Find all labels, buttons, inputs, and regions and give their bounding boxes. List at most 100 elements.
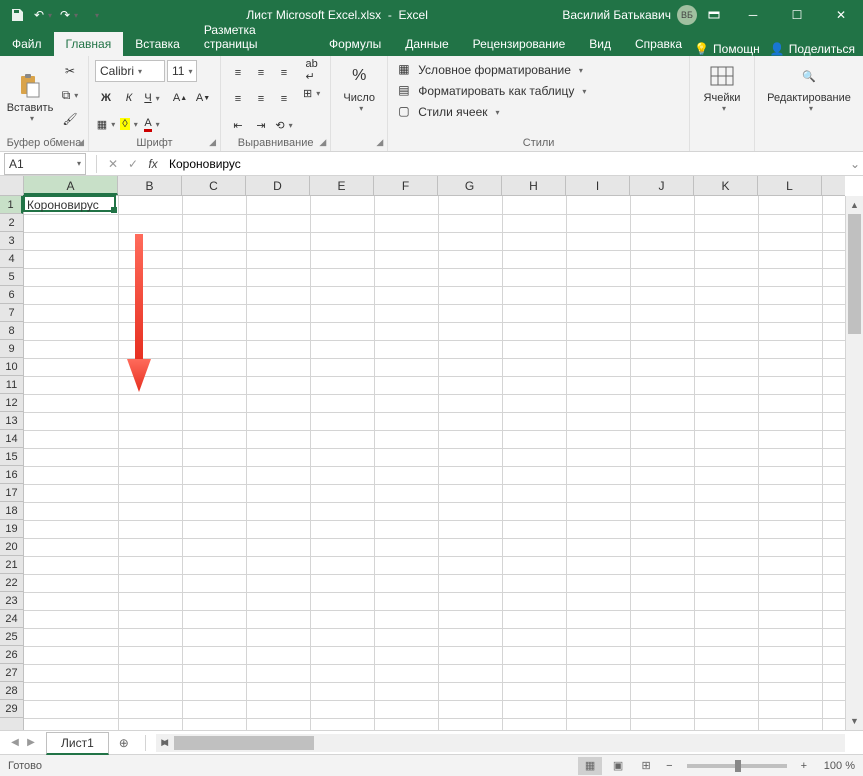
row-header[interactable]: 6 [0,286,23,304]
zoom-level[interactable]: 100 % [815,760,855,772]
align-center-button[interactable]: ≡ [250,89,272,109]
conditional-formatting-button[interactable]: ▦Условное форматирование▾ [394,60,683,80]
page-break-view-button[interactable]: ⊞ [634,757,658,775]
row-header[interactable]: 26 [0,646,23,664]
column-header[interactable]: D [246,176,310,195]
row-header[interactable]: 20 [0,538,23,556]
select-all-corner[interactable] [0,176,24,196]
tab-home[interactable]: Главная [54,32,124,56]
fill-color-button[interactable]: ◊▾ [118,114,140,134]
column-header[interactable]: A [24,176,118,195]
bold-button[interactable]: Ж [95,88,117,108]
row-header[interactable]: 5 [0,268,23,286]
align-bottom-button[interactable]: ≡ [273,63,295,83]
scroll-thumb[interactable] [174,736,314,750]
expand-formula-bar-icon[interactable]: ⌄ [847,157,863,171]
cut-button[interactable]: ✂ [58,60,82,82]
row-header[interactable]: 18 [0,502,23,520]
column-header[interactable]: B [118,176,182,195]
column-header[interactable]: E [310,176,374,195]
scroll-thumb[interactable] [848,214,861,334]
sheet-tab-active[interactable]: Лист1 [46,732,109,755]
user-avatar[interactable]: ВБ [677,5,697,25]
row-header[interactable]: 21 [0,556,23,574]
share-button[interactable]: 👤Поделиться [770,42,855,56]
number-format-button[interactable]: % Число ▾ [337,60,381,115]
cell-styles-button[interactable]: ▢Стили ячеек▾ [394,102,683,122]
redo-icon[interactable]: ↷▾ [58,4,80,26]
tab-file[interactable]: Файл [0,32,54,56]
row-header[interactable]: 7 [0,304,23,322]
cancel-formula-button[interactable]: ✕ [103,154,123,174]
row-header[interactable]: 9 [0,340,23,358]
sheet-nav-next[interactable]: ▶ [24,737,38,748]
user-name[interactable]: Василий Батькавич [562,8,671,22]
name-box[interactable]: A1 ▾ [4,153,86,175]
row-header[interactable]: 10 [0,358,23,376]
insert-function-button[interactable]: fx [143,154,163,174]
scroll-down-button[interactable]: ▼ [846,712,863,730]
copy-button[interactable]: ⧉▾ [58,84,82,106]
scroll-right-button[interactable]: ▶ [156,734,174,752]
row-header[interactable]: 23 [0,592,23,610]
format-as-table-button[interactable]: ▤Форматировать как таблицу▾ [394,81,683,101]
ribbon-display-options-icon[interactable] [703,4,725,26]
dialog-launcher-icon[interactable]: ◢ [376,137,383,148]
merge-button[interactable]: ⊞▾ [299,83,324,103]
row-header[interactable]: 27 [0,664,23,682]
tab-view[interactable]: Вид [577,32,623,56]
zoom-in-button[interactable]: + [797,760,811,772]
decrease-font-button[interactable]: A▼ [192,88,214,108]
zoom-handle[interactable] [735,760,741,772]
zoom-slider[interactable] [687,764,787,768]
enter-formula-button[interactable]: ✓ [123,154,143,174]
row-header[interactable]: 19 [0,520,23,538]
formula-input[interactable] [163,157,847,171]
horizontal-scrollbar[interactable]: ◀ ▶ [156,734,845,752]
tab-formulas[interactable]: Формулы [317,32,393,56]
borders-button[interactable]: ▦▾ [95,114,117,134]
tab-data[interactable]: Данные [393,32,460,56]
increase-indent-button[interactable]: ⇥ [250,115,272,135]
row-header[interactable]: 22 [0,574,23,592]
align-top-button[interactable]: ≡ [227,63,249,83]
cells-area[interactable]: Короновирус [24,196,845,730]
row-header[interactable]: 16 [0,466,23,484]
row-header[interactable]: 8 [0,322,23,340]
row-header[interactable]: 12 [0,394,23,412]
row-header[interactable]: 24 [0,610,23,628]
format-painter-button[interactable]: 🖌 [58,108,82,130]
wrap-text-button[interactable]: ab↵ [299,60,324,80]
align-right-button[interactable]: ≡ [273,89,295,109]
row-header[interactable]: 11 [0,376,23,394]
row-header[interactable]: 28 [0,682,23,700]
row-header[interactable]: 13 [0,412,23,430]
row-header[interactable]: 25 [0,628,23,646]
increase-font-button[interactable]: A▲ [169,88,191,108]
tab-insert[interactable]: Вставка [123,32,192,56]
dialog-launcher-icon[interactable]: ◢ [209,137,216,148]
font-size-select[interactable]: 11▾ [167,60,197,82]
vertical-scrollbar[interactable]: ▲ ▼ [845,196,863,730]
active-cell[interactable]: Короновирус [23,195,116,212]
qat-customize-icon[interactable]: ▾ [84,4,106,26]
row-header[interactable]: 17 [0,484,23,502]
row-header[interactable]: 14 [0,430,23,448]
row-header[interactable]: 4 [0,250,23,268]
column-header[interactable]: I [566,176,630,195]
italic-button[interactable]: К [118,88,140,108]
maximize-button[interactable]: ☐ [775,0,819,30]
zoom-out-button[interactable]: − [662,760,676,772]
column-header[interactable]: K [694,176,758,195]
tab-page-layout[interactable]: Разметка страницы [192,18,317,56]
tab-review[interactable]: Рецензирование [461,32,578,56]
tab-help[interactable]: Справка [623,32,694,56]
sheet-nav-prev[interactable]: ◀ [8,737,22,748]
scroll-up-button[interactable]: ▲ [846,196,863,214]
row-header[interactable]: 1 [0,196,23,214]
undo-icon[interactable]: ↶▾ [32,4,54,26]
column-header[interactable]: H [502,176,566,195]
font-name-select[interactable]: Calibri▾ [95,60,165,82]
orientation-button[interactable]: ⟲▾ [273,115,295,135]
column-header[interactable]: F [374,176,438,195]
